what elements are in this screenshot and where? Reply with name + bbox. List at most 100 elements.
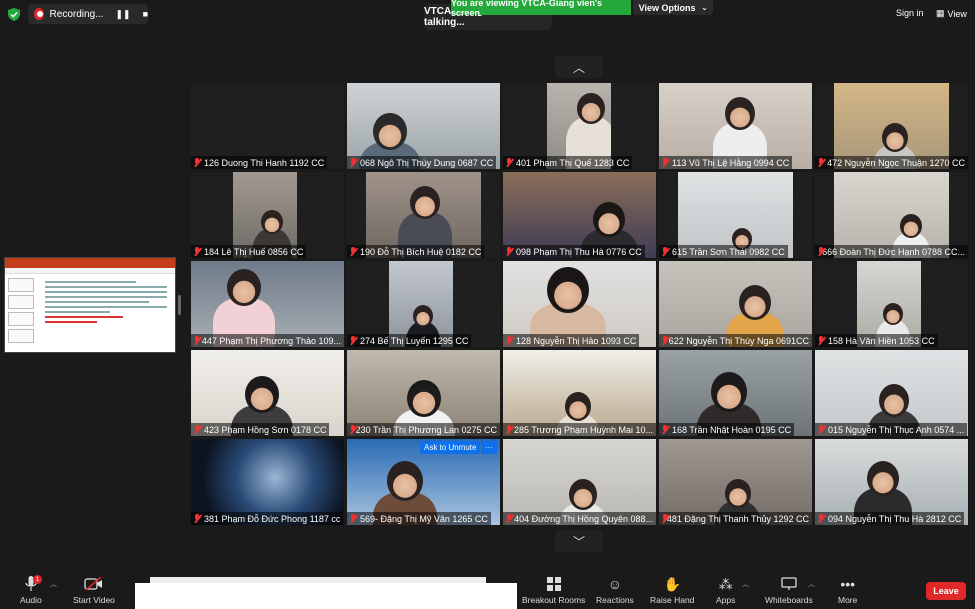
participant-tile[interactable]: 622 Nguyễn Thị Thúy Nga 0691CC <box>659 261 812 347</box>
participant-name: 113 Vũ Thị Lệ Hằng 0994 CC <box>672 157 790 168</box>
participant-tile[interactable]: 381 Phạm Đỗ Đức Phong 1187 cc <box>191 439 344 525</box>
participant-tile[interactable]: 274 Bế Thị Luyến 1295 CC <box>347 261 500 347</box>
chevron-up-icon: ︿ <box>572 60 585 75</box>
resize-handle[interactable] <box>178 295 181 315</box>
participant-name-label: 285 Trương Phạm Huỳnh Mai 10... <box>503 423 656 436</box>
participant-tile[interactable]: 447 Phạm Thị Phương Thảo 109... <box>191 261 344 347</box>
smiley-icon: ☺ <box>607 576 623 592</box>
participant-name-label: 015 Nguyễn Thị Thục Anh 0574 ... <box>815 423 968 436</box>
participant-name-label: 274 Bế Thị Luyến 1295 CC <box>347 334 472 347</box>
participant-name: 126 Duong Thi Hanh 1192 CC <box>204 157 325 168</box>
start-video-button[interactable]: Start Video <box>73 575 115 605</box>
participant-tile[interactable]: 015 Nguyễn Thị Thục Anh 0574 ... <box>815 350 968 436</box>
participant-tile[interactable]: 666 Đoàn Thị Đức Hạnh 0788 CC... <box>815 172 968 258</box>
app-ribbon <box>5 258 175 268</box>
more-dots-icon: ••• <box>840 576 856 592</box>
participant-tile[interactable]: 068 Ngô Thị Thùy Dung 0687 CC <box>347 83 500 169</box>
participant-tile[interactable]: 113 Vũ Thị Lệ Hằng 0994 CC <box>659 83 812 169</box>
participant-head <box>725 97 755 130</box>
participant-tile[interactable]: 094 Nguyễn Thị Thu Hà 2812 CC <box>815 439 968 525</box>
participant-tile[interactable]: 190 Đỗ Thị Bích Huệ 0182 CC <box>347 172 500 258</box>
participant-tile[interactable]: 423 Phạm Hồng Sơn 0178 CC <box>191 350 344 436</box>
participant-tile[interactable]: 168 Trần Nhật Hoàn 0195 CC <box>659 350 812 436</box>
slide-panel <box>8 278 34 348</box>
scroll-down-button[interactable]: ﹀ <box>555 530 603 552</box>
participant-name-label: 184 Lê Thị Huế 0856 CC <box>191 245 307 258</box>
participant-tile[interactable]: 285 Trương Phạm Huỳnh Mai 10... <box>503 350 656 436</box>
audio-label: Audio <box>20 595 42 605</box>
mic-muted-icon <box>661 425 669 434</box>
whiteboards-options-caret-icon[interactable]: ︿ <box>808 579 815 589</box>
breakout-rooms-icon <box>546 575 561 593</box>
participant-name-label: 190 Đỗ Thị Bích Huệ 0182 CC <box>347 245 485 258</box>
participant-name-label: 068 Ngô Thị Thùy Dung 0687 CC <box>347 156 497 169</box>
participant-tile[interactable]: 126 Duong Thi Hanh 1192 CC <box>191 83 344 169</box>
participant-name: 285 Trương Phạm Huỳnh Mai 10... <box>514 424 653 435</box>
stop-recording-icon[interactable]: ■ <box>143 9 148 19</box>
raise-hand-label: Raise Hand <box>650 595 695 605</box>
view-button[interactable]: ▦ View <box>936 8 967 19</box>
security-shield-icon[interactable] <box>8 8 20 21</box>
participant-name-label: 381 Phạm Đỗ Đức Phong 1187 cc <box>191 512 344 525</box>
participant-name-label: 113 Vũ Thị Lệ Hằng 0994 CC <box>659 156 793 169</box>
more-button[interactable]: ••• More <box>838 575 857 605</box>
participant-name-label: 126 Duong Thi Hanh 1192 CC <box>191 156 328 169</box>
participant-name-label: 094 Nguyễn Thị Thu Hà 2812 CC <box>815 512 965 525</box>
participant-head <box>882 123 908 152</box>
shared-screen-thumbnail[interactable] <box>4 257 176 353</box>
participant-head <box>577 93 605 124</box>
mic-muted-icon <box>661 336 667 345</box>
participant-head <box>413 305 433 327</box>
tile-more-button[interactable]: ··· <box>481 441 497 454</box>
participant-tile[interactable]: Ask to Unmute ··· 569- Đặng Thị Mỹ Vân 126… <box>347 439 500 525</box>
view-label: View <box>947 8 967 19</box>
mic-muted-icon <box>193 425 201 434</box>
participant-tile[interactable]: 615 Trần Sơn Thái 0982 CC <box>659 172 812 258</box>
mic-muted-icon <box>505 425 511 434</box>
participant-tile[interactable]: 472 Nguyễn Ngọc Thuận 1270 CC <box>815 83 968 169</box>
participant-name-label: 404 Đường Thị Hồng Quyên 088... <box>503 512 656 525</box>
scroll-up-button[interactable]: ︿ <box>555 56 603 78</box>
chevron-down-icon: ⌄ <box>701 4 708 12</box>
participant-name: 094 Nguyễn Thị Thu Hà 2812 CC <box>828 513 962 524</box>
more-label: More <box>838 595 858 605</box>
view-options-label: View Options <box>638 2 696 13</box>
participant-tile[interactable]: 230 Trần Thị Phương Lan 0275 CC <box>347 350 500 436</box>
breakout-rooms-button[interactable]: Breakout Rooms <box>522 575 585 605</box>
participant-name-label: 622 Nguyễn Thị Thúy Nga 0691CC <box>659 334 812 347</box>
participant-name-label: 423 Phạm Hồng Sơn 0178 CC <box>191 423 330 436</box>
raise-hand-button[interactable]: ✋ Raise Hand <box>650 575 695 606</box>
participant-name: 274 Bế Thị Luyến 1295 CC <box>360 335 469 346</box>
leave-button[interactable]: Leave <box>926 582 966 600</box>
audio-options-caret-icon[interactable]: ︿ <box>50 579 57 589</box>
pause-recording-icon[interactable]: ❚❚ <box>115 9 130 20</box>
mic-muted-icon <box>193 158 201 167</box>
participant-tile[interactable]: 158 Hà Văn Hiền 1053 CC <box>815 261 968 347</box>
recording-indicator: Recording... ❚❚ ■ <box>28 4 148 24</box>
view-options-button[interactable]: View Options ⌄ <box>633 0 713 15</box>
participant-head <box>900 214 922 239</box>
participant-tile[interactable]: 404 Đường Thị Hồng Quyên 088... <box>503 439 656 525</box>
sign-in-link[interactable]: Sign in <box>896 8 924 18</box>
apps-button[interactable]: ⁂ Apps <box>716 575 735 606</box>
whiteboards-button[interactable]: Whiteboards <box>765 575 813 605</box>
mic-muted-icon <box>661 514 667 523</box>
mic-muted-icon <box>817 514 825 523</box>
reactions-button[interactable]: ☺ Reactions <box>596 575 634 605</box>
participant-name: 569- Đặng Thị Mỹ Vân 1265 CC <box>360 513 488 524</box>
participant-tile[interactable]: 481 Đặng Thị Thanh Thủy 1292 CC <box>659 439 812 525</box>
participant-name: 615 Trần Sơn Thái 0982 CC <box>672 246 785 257</box>
participant-name: 168 Trần Nhật Hoàn 0195 CC <box>672 424 792 435</box>
participant-name: 190 Đỗ Thị Bích Huệ 0182 CC <box>360 246 482 257</box>
mic-muted-icon <box>193 514 201 523</box>
participant-head <box>879 384 909 417</box>
ask-to-unmute-button[interactable]: Ask to Unmute <box>420 441 481 454</box>
participant-tile[interactable]: 128 Nguyễn Thị Hảo 1093 CC <box>503 261 656 347</box>
participant-head <box>739 285 771 321</box>
mic-muted-icon <box>505 247 513 256</box>
participant-tile[interactable]: 184 Lê Thị Huế 0856 CC <box>191 172 344 258</box>
slide-content <box>41 278 171 348</box>
participant-tile[interactable]: 098 Phạm Thị Thu Hà 0776 CC <box>503 172 656 258</box>
apps-options-caret-icon[interactable]: ︿ <box>742 579 749 589</box>
participant-tile[interactable]: 401 Phạm Thị Quế 1283 CC <box>503 83 656 169</box>
